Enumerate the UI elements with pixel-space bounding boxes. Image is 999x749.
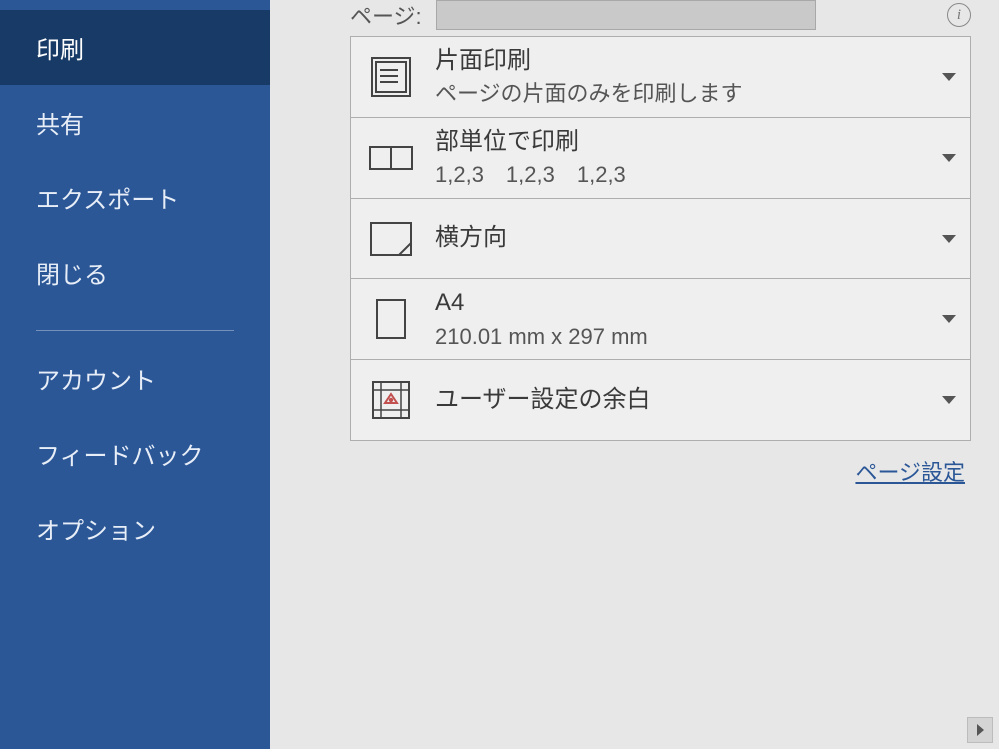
print-sides-sub: ページの片面のみを印刷します <box>435 79 934 109</box>
pages-label: ページ: <box>350 0 422 31</box>
landscape-icon <box>361 221 421 257</box>
sidebar-item-feedback[interactable]: フィードバック <box>0 416 270 491</box>
margins-dropdown[interactable]: ユーザー設定の余白 <box>351 360 970 440</box>
sidebar-item-options[interactable]: オプション <box>0 491 270 566</box>
collate-dropdown[interactable]: 部単位で印刷 1,2,3 1,2,3 1,2,3 <box>351 118 970 199</box>
print-sides-title: 片面印刷 <box>435 45 934 77</box>
pages-input[interactable] <box>436 0 816 30</box>
orientation-title: 横方向 <box>435 222 934 254</box>
paper-size-sub: 210.01 mm x 297 mm <box>435 322 934 352</box>
paper-size-dropdown[interactable]: A4 210.01 mm x 297 mm <box>351 279 970 360</box>
margins-title: ユーザー設定の余白 <box>435 384 934 416</box>
chevron-down-icon <box>942 315 956 323</box>
page-icon <box>361 298 421 340</box>
orientation-dropdown[interactable]: 横方向 <box>351 199 970 279</box>
sidebar-item-share[interactable]: 共有 <box>0 85 270 160</box>
margins-icon <box>361 380 421 420</box>
sidebar-item-account[interactable]: アカウント <box>0 341 270 416</box>
chevron-down-icon <box>942 396 956 404</box>
sidebar-item-export[interactable]: エクスポート <box>0 160 270 235</box>
chevron-down-icon <box>942 235 956 243</box>
paper-size-title: A4 <box>435 287 934 319</box>
sidebar-item-print[interactable]: 印刷 <box>0 10 270 85</box>
backstage-sidebar: 印刷 共有 エクスポート 閉じる アカウント フィードバック オプション <box>0 0 270 749</box>
chevron-down-icon <box>942 154 956 162</box>
print-settings-panel: ページ: i 片面印刷 ページの片面のみを印刷します <box>270 0 999 749</box>
sidebar-item-close[interactable]: 閉じる <box>0 235 270 310</box>
print-sides-dropdown[interactable]: 片面印刷 ページの片面のみを印刷します <box>351 37 970 118</box>
pages-row: ページ: i <box>270 0 999 36</box>
info-icon[interactable]: i <box>947 3 971 27</box>
collate-title: 部単位で印刷 <box>435 126 934 158</box>
page-setup-link[interactable]: ページ設定 <box>270 455 965 487</box>
chevron-down-icon <box>942 73 956 81</box>
scroll-right-button[interactable] <box>967 717 993 743</box>
collate-icon <box>361 143 421 173</box>
print-settings-list: 片面印刷 ページの片面のみを印刷します 部単位で印刷 1,2,3 1,2,3 1… <box>350 36 971 441</box>
sidebar-divider <box>36 330 234 331</box>
collate-sub: 1,2,3 1,2,3 1,2,3 <box>435 160 934 190</box>
one-sided-icon <box>361 54 421 100</box>
